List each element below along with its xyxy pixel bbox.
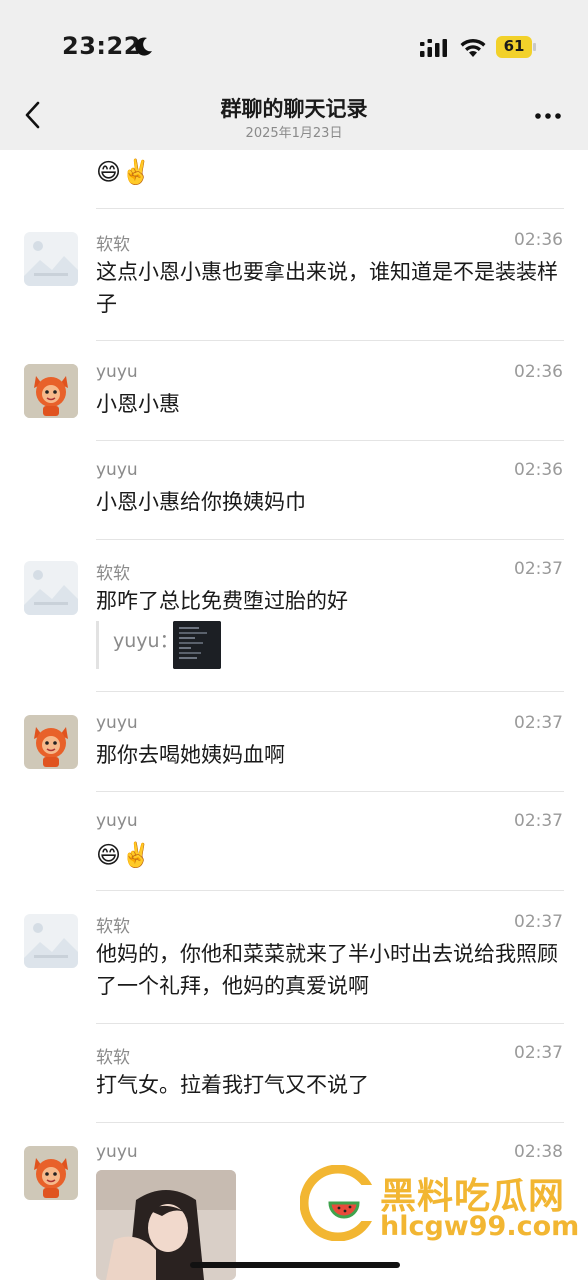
quote-sender: yuyu：	[113, 630, 179, 652]
moon-icon	[135, 37, 152, 56]
message-time: 02:37	[514, 559, 563, 579]
message-time: 02:38	[514, 1142, 563, 1162]
sender-name: yuyu	[96, 713, 138, 733]
message-time: 02:37	[514, 912, 563, 932]
message-text: 小恩小惠	[96, 392, 180, 416]
cartoon-avatar-icon	[24, 364, 78, 418]
emoji-content: 😄✌️	[96, 158, 151, 186]
message-text: 小恩小惠给你换姨妈巾	[96, 490, 306, 514]
message-text: 这点小恩小惠也要拿出来说，谁知道是不是装装样子	[96, 260, 558, 316]
sender-name: 软软	[96, 1048, 130, 1068]
cartoon-avatar-icon	[24, 1146, 78, 1200]
divider	[96, 1023, 564, 1024]
sender-name: 软软	[96, 564, 130, 584]
more-dots-icon[interactable]	[534, 112, 562, 120]
avatar-cartoon	[24, 364, 78, 418]
home-indicator[interactable]	[190, 1262, 400, 1268]
message-text: 那咋了总比免费堕过胎的好	[96, 589, 348, 613]
divider	[96, 791, 564, 792]
divider	[96, 208, 564, 209]
divider	[96, 691, 564, 692]
avatar-cartoon	[24, 715, 78, 769]
divider	[96, 440, 564, 441]
quoted-message[interactable]: yuyu：	[96, 621, 336, 669]
screenshot-thumbnail-icon	[173, 621, 221, 669]
image-placeholder-icon	[24, 914, 78, 968]
divider	[96, 890, 564, 891]
chat-record-list[interactable]: 😄✌️ 软软 02:36 这点小恩小惠也要拿出来说，谁知道是不是装装样子 yuy…	[0, 150, 588, 1280]
image-placeholder-icon	[24, 232, 78, 286]
page-subtitle-date: 2025年1月23日	[245, 126, 343, 141]
message-time: 02:36	[514, 362, 563, 382]
sender-name: 软软	[96, 917, 130, 937]
image-placeholder-icon	[24, 561, 78, 615]
watermark: 黑料吃瓜网 hlcgw99.com	[300, 1163, 588, 1253]
divider	[96, 1122, 564, 1123]
sender-name: 软软	[96, 235, 130, 255]
quote-image-thumbnail[interactable]	[173, 621, 221, 669]
page-title: 群聊的聊天记录	[220, 97, 368, 121]
sender-name: yuyu	[96, 362, 138, 382]
message-time: 02:37	[514, 1043, 563, 1063]
message-text: 打气女。拉着我打气又不说了	[96, 1073, 369, 1097]
divider	[96, 539, 564, 540]
avatar-placeholder	[24, 232, 78, 286]
status-bar: 23:22 61	[0, 0, 588, 82]
message-time: 02:37	[514, 811, 563, 831]
watermark-logo-icon	[300, 1165, 376, 1241]
battery-percent: 61	[503, 37, 525, 55]
battery-icon: 61	[496, 36, 536, 58]
message-text: 他妈的，你他和菜菜就来了半小时出去说给我照顾了一个礼拜，他妈的真爱说啊	[96, 942, 558, 998]
sender-name: yuyu	[96, 1142, 138, 1162]
sender-name: yuyu	[96, 811, 138, 831]
divider	[96, 340, 564, 341]
signal-icon	[420, 39, 447, 57]
avatar-placeholder	[24, 914, 78, 968]
avatar-placeholder	[24, 561, 78, 615]
message-time: 02:36	[514, 230, 563, 250]
message-time: 02:37	[514, 713, 563, 733]
sender-name: yuyu	[96, 460, 138, 480]
emoji-content: 😄✌️	[96, 841, 151, 869]
wifi-icon	[460, 38, 486, 57]
cartoon-avatar-icon	[24, 715, 78, 769]
navigation-bar: 群聊的聊天记录 2025年1月23日	[0, 82, 588, 150]
avatar-cartoon	[24, 1146, 78, 1200]
message-text: 那你去喝她姨妈血啊	[96, 743, 285, 767]
watermark-url: hlcgw99.com	[380, 1211, 580, 1242]
status-time: 23:22	[62, 32, 141, 60]
message-time: 02:36	[514, 460, 563, 480]
